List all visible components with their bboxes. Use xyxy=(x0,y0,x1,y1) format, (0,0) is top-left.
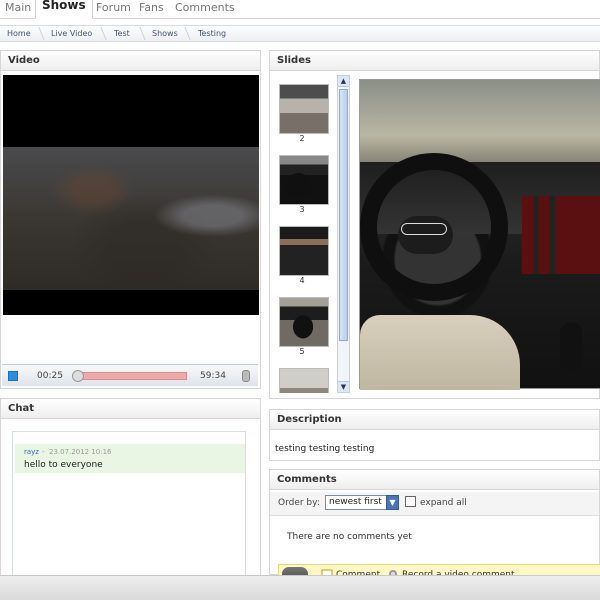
slide-thumbnail-image xyxy=(279,297,329,347)
slide-thumbnail-image xyxy=(279,226,329,276)
gear-shifter-shape xyxy=(560,322,582,372)
breadcrumb: Home Live Video Test Shows Testing xyxy=(0,25,600,42)
slide-number: 2 xyxy=(299,134,305,143)
breadcrumb-separator xyxy=(94,27,107,40)
description-panel: Description testing testing testing xyxy=(269,409,600,461)
slide-thumbnail[interactable]: 2 xyxy=(276,80,340,148)
slides-scroll-thumb[interactable] xyxy=(339,89,348,341)
audi-logo-shape xyxy=(401,223,447,235)
video-panel-title: Video xyxy=(1,51,260,71)
slides-panel: Slides 2 3 4 5 ▲ ▼ xyxy=(269,50,600,399)
top-tab-bar: Main Shows Forum Fans Comments xyxy=(0,0,600,19)
video-panel: Video xyxy=(0,50,261,389)
progress-thumb[interactable] xyxy=(72,370,84,382)
tab-comments[interactable]: Comments xyxy=(175,0,235,19)
volume-icon[interactable] xyxy=(242,370,250,382)
chat-message: rayz - 23.07.2012 10:16 hello to everyon… xyxy=(15,444,245,473)
dashboard-lights-shape xyxy=(522,196,600,274)
breadcrumb-separator xyxy=(133,27,146,40)
slide-number: 5 xyxy=(299,347,305,356)
video-player[interactable] xyxy=(3,75,259,315)
chat-panel-title: Chat xyxy=(1,399,260,419)
chevron-down-icon[interactable]: ▼ xyxy=(386,495,399,510)
breadcrumb-testing: Testing xyxy=(198,29,227,38)
video-controls: 00:25 59:34 xyxy=(2,364,258,386)
slide-thumbnail[interactable] xyxy=(276,364,340,393)
slide-thumbnail-image xyxy=(279,84,329,134)
progress-track[interactable] xyxy=(75,372,187,380)
slides-panel-title: Slides xyxy=(270,51,599,71)
slide-number: 3 xyxy=(299,205,305,214)
slide-number: 4 xyxy=(299,276,305,285)
description-text: testing testing testing xyxy=(275,444,375,454)
breadcrumb-separator xyxy=(32,27,45,40)
duration: 59:34 xyxy=(200,371,226,381)
video-frame xyxy=(3,147,259,290)
comments-sort-row: Order by: newest first ▼ expand all xyxy=(270,492,599,516)
slide-thumbnail-image xyxy=(279,368,329,393)
comments-panel: Comments Order by: newest first ▼ expand… xyxy=(269,469,600,584)
empty-comments-text: There are no comments yet xyxy=(287,532,412,542)
chat-username[interactable]: rayz xyxy=(24,448,39,456)
chat-timestamp: 23.07.2012 10:16 xyxy=(49,448,112,456)
expand-all-label[interactable]: expand all xyxy=(420,498,467,508)
order-by-label: Order by: xyxy=(278,498,320,508)
footer-strip xyxy=(0,575,600,600)
tab-main[interactable]: Main xyxy=(5,0,31,19)
breadcrumb-separator xyxy=(178,27,191,40)
chat-message-text: hello to everyone xyxy=(24,460,103,470)
comments-panel-title: Comments xyxy=(270,470,599,490)
slide-thumbnails[interactable]: 2 3 4 5 xyxy=(276,75,340,393)
order-select-value: newest first xyxy=(329,497,382,507)
expand-all-checkbox[interactable] xyxy=(405,496,416,507)
order-select[interactable]: newest first ▼ xyxy=(325,495,399,510)
slide-thumbnail[interactable]: 5 xyxy=(276,293,340,361)
tab-shows[interactable]: Shows xyxy=(35,0,93,19)
slide-thumbnail[interactable]: 4 xyxy=(276,222,340,290)
car-seat-shape xyxy=(360,315,520,390)
scroll-down-arrow-icon[interactable]: ▼ xyxy=(338,381,349,392)
slides-scrollbar[interactable]: ▲ ▼ xyxy=(337,75,350,393)
scroll-up-arrow-icon[interactable]: ▲ xyxy=(338,76,349,87)
slide-thumbnail-image xyxy=(279,155,329,205)
chat-separator: - xyxy=(42,448,45,456)
chat-panel: Chat rayz - 23.07.2012 10:16 hello to ev… xyxy=(0,398,261,600)
breadcrumb-shows[interactable]: Shows xyxy=(152,26,178,41)
description-panel-title: Description xyxy=(270,410,599,430)
fullscreen-button[interactable] xyxy=(8,371,18,381)
tab-fans[interactable]: Fans xyxy=(139,0,164,19)
main-slide-image[interactable] xyxy=(359,79,600,390)
breadcrumb-test[interactable]: Test xyxy=(114,26,130,41)
breadcrumb-home[interactable]: Home xyxy=(7,26,31,41)
tab-forum[interactable]: Forum xyxy=(96,0,131,19)
page: Main Shows Forum Fans Comments Home Live… xyxy=(0,0,600,600)
breadcrumb-live-video[interactable]: Live Video xyxy=(51,26,92,41)
steering-hub-shape xyxy=(398,216,453,254)
current-time: 00:25 xyxy=(37,371,63,381)
slide-thumbnail[interactable]: 3 xyxy=(276,151,340,219)
